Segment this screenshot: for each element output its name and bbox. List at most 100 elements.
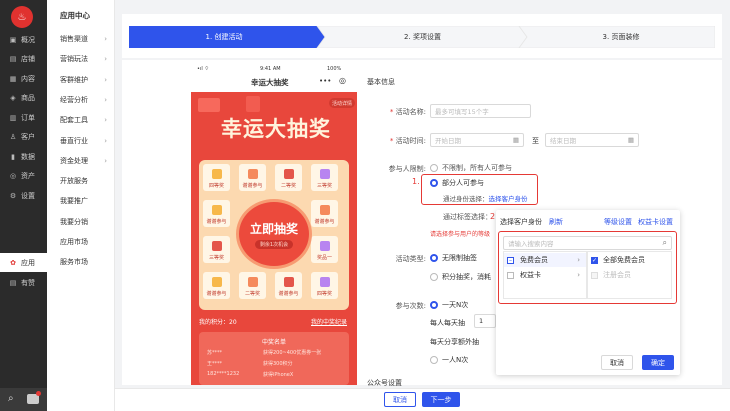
- decor-envelope: [246, 96, 260, 112]
- prize-cell: 谢谢参与: [203, 200, 230, 227]
- tag-label: 通过标签选择：: [443, 213, 492, 221]
- winner-name: 苏****: [207, 350, 223, 356]
- reward-icon: ▤: [9, 278, 17, 287]
- winner-prize: 获得300积分: [263, 361, 293, 367]
- secondary-sidebar: 应用中心 销售渠道 › 营销玩法 › 客群维护 › 经营分析 › 配套工具 › 垂直行业 › 资金处理 ›…: [47, 0, 115, 411]
- prize-label: 三等奖: [316, 183, 332, 189]
- sidebar-item-2[interactable]: 客群维护 ›: [47, 70, 115, 90]
- end-date-input[interactable]: 结束日期 ▦: [545, 133, 639, 147]
- prize-label: 三等奖: [208, 255, 224, 261]
- nav-item-0[interactable]: ▣ 概况: [0, 30, 47, 49]
- opt-unlimited[interactable]: 不限制，所有人可参与: [430, 163, 512, 173]
- winner-prize: 获得200~400优惠券一张: [263, 350, 322, 356]
- sidebar-item-1[interactable]: 营销玩法 ›: [47, 49, 115, 69]
- nav-label: 客户: [21, 133, 35, 141]
- prize-label: 二等奖: [280, 183, 296, 189]
- sidebar-item-10[interactable]: 应用市场: [47, 232, 115, 252]
- winner-name: 王****: [207, 361, 223, 367]
- identity-popup: 选择客户身份 刷新 等级设置 权益卡设置 请输入搜索内容 ⌕ – 免费会员 › 权…: [496, 210, 680, 375]
- prize-label: 奖品一: [316, 255, 332, 261]
- my-points: 我的积分：20: [199, 319, 237, 326]
- date-separator: 至: [532, 137, 539, 145]
- card-settings-link[interactable]: 权益卡设置: [638, 217, 673, 227]
- nav-label: 商品: [21, 94, 35, 102]
- calendar-icon: ▦: [627, 136, 634, 144]
- popup-ok-button[interactable]: 确定: [642, 355, 674, 370]
- nav-bottom-bar: ⌕: [0, 388, 47, 411]
- sidebar-item-5[interactable]: 垂直行业 ›: [47, 131, 115, 151]
- nav-item-1[interactable]: ▤ 店铺: [0, 50, 47, 69]
- prize-icon: [211, 277, 222, 287]
- times-daily-input[interactable]: 1: [474, 314, 496, 328]
- sidebar-item-label: 我要推广: [60, 197, 88, 206]
- nav-item-8[interactable]: ⚙ 设置: [0, 186, 47, 205]
- step-create[interactable]: 1. 创建活动: [129, 26, 319, 48]
- prize-cell: 三等奖: [311, 164, 338, 191]
- sidebar-item-8[interactable]: 我要推广: [47, 191, 115, 211]
- message-badge: [36, 391, 41, 396]
- sidebar-item-11[interactable]: 服务市场: [47, 252, 115, 272]
- popup-cancel-button[interactable]: 取消: [601, 355, 633, 370]
- nav-item-reward[interactable]: ▤ 有赞: [0, 273, 47, 292]
- draw-button[interactable]: 立即抽奖 剩余1次机会: [236, 199, 312, 269]
- checkbox-empty: [507, 271, 514, 279]
- prize-label: 谢谢参与: [242, 183, 263, 189]
- sidebar-item-label: 服务市场: [60, 258, 88, 267]
- nav-item-5[interactable]: ♙ 客户: [0, 128, 47, 147]
- nav-item-2[interactable]: ▦ 内容: [0, 69, 47, 88]
- category-free-member[interactable]: – 免费会员 ›: [504, 253, 586, 267]
- next-step-button[interactable]: 下一步: [422, 392, 460, 407]
- sidebar-item-4[interactable]: 配套工具 ›: [47, 110, 115, 130]
- sidebar-item-9[interactable]: 我要分销: [47, 212, 115, 232]
- shop-logo[interactable]: ♨: [11, 6, 33, 28]
- decor-envelope: [198, 98, 220, 112]
- step-prizes[interactable]: 2. 奖项设置: [325, 26, 520, 48]
- nav-item-apps[interactable]: ✿ 应用: [0, 253, 47, 272]
- identity-link[interactable]: 选择客户身份: [489, 195, 528, 203]
- chevron-right-icon: ›: [104, 75, 107, 84]
- phone-title: 幸运大抽奖: [251, 78, 289, 87]
- level-settings-link[interactable]: 等级设置: [604, 217, 632, 227]
- customer-icon: ♙: [9, 133, 17, 141]
- times-daily-label: 每人每天抽: [430, 319, 465, 327]
- annotation-1: 1.: [412, 177, 420, 186]
- type-points[interactable]: 积分抽奖，消耗: [430, 272, 491, 282]
- checkbox-disabled: [591, 271, 598, 279]
- times-opt2[interactable]: 一人N次: [430, 355, 468, 365]
- sidebar-item-0[interactable]: 销售渠道 ›: [47, 29, 115, 49]
- times-opt1[interactable]: 一天N次: [430, 300, 468, 310]
- chevron-right-icon: ›: [104, 95, 107, 104]
- option-all-free-members[interactable]: ✓ 全部免费会员: [591, 253, 645, 267]
- my-prizes-link[interactable]: 我的中奖纪录: [311, 317, 347, 326]
- search-icon: ⌕: [662, 238, 667, 247]
- sidebar-item-7[interactable]: 开放服务: [47, 171, 115, 191]
- category-benefit-card[interactable]: 权益卡 ›: [504, 268, 586, 282]
- chevron-right-icon: ›: [577, 256, 580, 264]
- sidebar-item-3[interactable]: 经营分析 ›: [47, 90, 115, 110]
- popup-search-input[interactable]: 请输入搜索内容 ⌕: [503, 236, 672, 250]
- section-title: 基本信息: [367, 78, 395, 86]
- step-decor[interactable]: 3. 页面装修: [527, 26, 715, 48]
- search-icon[interactable]: ⌕: [8, 393, 14, 404]
- refresh-link[interactable]: 刷新: [549, 217, 563, 227]
- activity-name-input[interactable]: 最多可填写15个字: [430, 104, 531, 118]
- content-icon: ▦: [9, 74, 17, 83]
- start-date-input[interactable]: 开始日期 ▦: [430, 133, 524, 147]
- winners-title: 中奖名单: [261, 339, 286, 346]
- option-registered[interactable]: 注册会员: [591, 268, 631, 282]
- nav-item-4[interactable]: ▥ 订单: [0, 108, 47, 127]
- more-icon[interactable]: •••: [319, 77, 331, 85]
- target-icon[interactable]: ◎: [339, 76, 346, 85]
- type-unlimited[interactable]: 无限制抽签: [430, 253, 477, 263]
- nav-label: 有赞: [21, 278, 35, 287]
- nav-item-3[interactable]: ◈ 商品: [0, 89, 47, 108]
- opt-partial[interactable]: 部分人可参与: [430, 178, 484, 188]
- nav-item-6[interactable]: ▮ 数据: [0, 147, 47, 166]
- footer-cancel-button[interactable]: 取消: [384, 392, 416, 407]
- nav-item-7[interactable]: ◎ 资产: [0, 167, 47, 186]
- time-label: * 活动时间:: [389, 137, 426, 145]
- rules-button[interactable]: 活动详情: [329, 98, 355, 108]
- times-share-label: 每天分享额外抽: [430, 338, 479, 346]
- chevron-right-icon: ›: [104, 55, 107, 64]
- sidebar-item-6[interactable]: 资金处理 ›: [47, 151, 115, 171]
